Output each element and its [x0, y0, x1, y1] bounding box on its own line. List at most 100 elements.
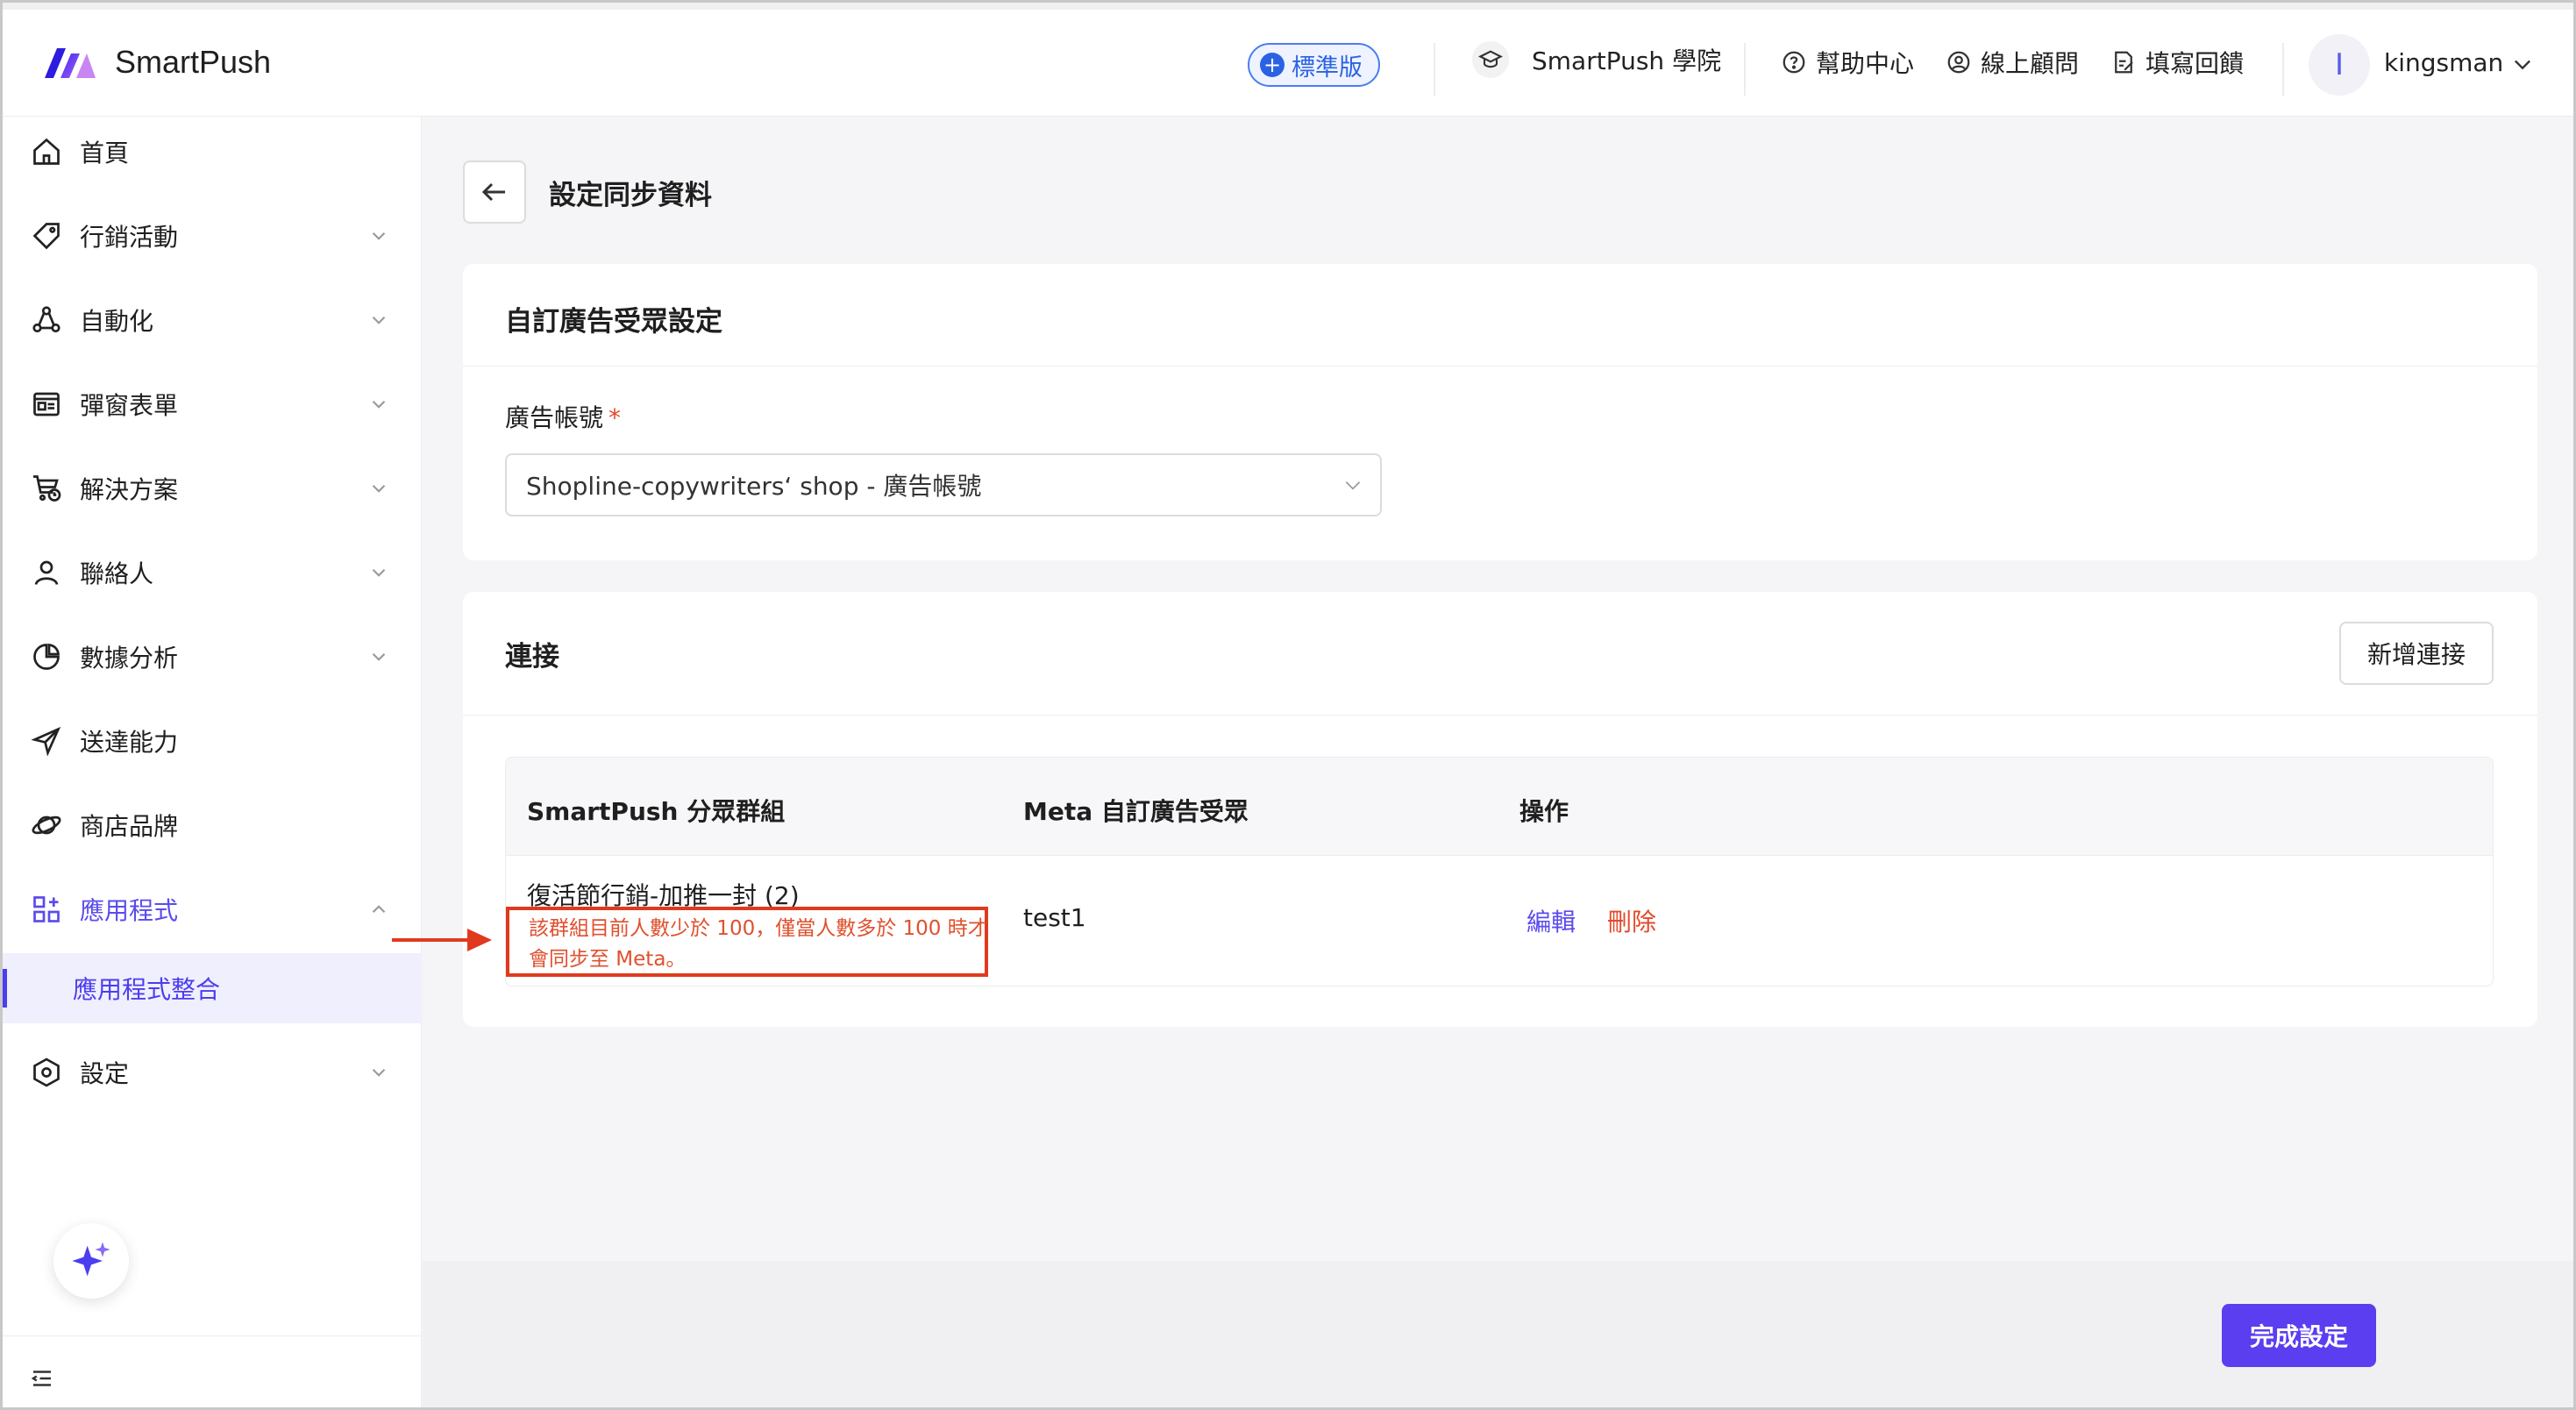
form-window-icon	[33, 392, 60, 417]
user-circle-icon	[1947, 51, 1970, 74]
sidebar-item-automation[interactable]: 自動化	[3, 285, 422, 355]
chevron-down-icon[interactable]	[2510, 52, 2535, 76]
chevron-down-icon	[372, 1068, 386, 1077]
online-consultant-link[interactable]: 線上顧問	[1946, 45, 2079, 80]
table-header: SmartPush 分眾群組 Meta 自訂廣告受眾 操作	[506, 758, 2493, 856]
sidebar-footer-divider	[3, 1335, 422, 1336]
academy-label: SmartPush 學院	[1532, 46, 1722, 75]
chevron-down-icon	[372, 231, 386, 240]
card-divider	[463, 715, 2537, 716]
sidebar-item-label: 解決方案	[80, 475, 179, 504]
delete-link[interactable]: 刪除	[1607, 903, 1656, 938]
sidebar-item-label: 行銷活動	[80, 223, 179, 252]
sidebar-item-label: 數據分析	[80, 644, 179, 673]
active-indicator	[3, 969, 7, 1008]
chevron-down-icon	[372, 652, 386, 661]
sidebar-item-label: 應用程式	[80, 896, 179, 925]
collapse-menu-icon[interactable]	[29, 1365, 55, 1392]
sidebar-item-deliverability[interactable]: 送達能力	[3, 706, 422, 776]
sidebar-item-label: 彈窗表單	[80, 391, 179, 420]
sidebar-item-popup-forms[interactable]: 彈窗表單	[3, 369, 422, 439]
add-connection-button[interactable]: 新增連接	[2339, 622, 2494, 685]
sidebar-item-store-brand[interactable]: 商店品牌	[3, 790, 422, 860]
chevron-up-icon	[372, 905, 386, 914]
header-divider	[2282, 43, 2284, 96]
sidebar-item-home[interactable]: 首頁	[3, 117, 422, 187]
edit-link[interactable]: 編輯	[1526, 903, 1576, 938]
sidebar-item-solutions[interactable]: 解決方案	[3, 453, 422, 523]
pie-chart-icon	[33, 644, 60, 670]
audience-settings-card: 自訂廣告受眾設定 廣告帳號 * Shopline-copywriters‘ sho…	[463, 264, 2537, 560]
sidebar-subitem-label: 應用程式整合	[73, 975, 221, 1004]
complete-setup-button[interactable]: 完成設定	[2222, 1304, 2376, 1367]
ad-account-select[interactable]: Shopline-copywriters‘ shop - 廣告帳號	[505, 453, 1382, 516]
sidebar-item-marketing[interactable]: 行銷活動	[3, 201, 422, 271]
annotation-arrow-icon	[392, 929, 492, 951]
plan-badge[interactable]: + 標準版	[1248, 43, 1380, 87]
window-top-strip	[3, 3, 2573, 10]
sidebar-item-label: 設定	[80, 1059, 130, 1088]
card-divider	[463, 366, 2537, 367]
feedback-label: 填寫回饋	[2145, 49, 2245, 78]
column-header-segment: SmartPush 分眾群組	[527, 797, 786, 826]
chevron-down-icon	[1345, 481, 1361, 490]
feedback-link[interactable]: 填寫回饋	[2110, 45, 2244, 80]
top-header: SmartPush + 標準版 SmartPush 學院 幫助中心 線上顧問 填…	[3, 3, 2573, 117]
plus-circle-icon: +	[1260, 53, 1284, 77]
sidebar-item-contacts[interactable]: 聯絡人	[3, 538, 422, 608]
edit-note-icon	[2115, 51, 2133, 74]
send-icon	[31, 726, 61, 757]
sparkle-icon	[72, 1242, 110, 1277]
sidebar-item-analytics[interactable]: 數據分析	[3, 622, 422, 692]
ad-account-value: Shopline-copywriters‘ shop - 廣告帳號	[526, 472, 982, 501]
app-name: SmartPush	[115, 44, 272, 80]
app-window: SmartPush + 標準版 SmartPush 學院 幫助中心 線上顧問 填…	[0, 0, 2576, 1410]
ad-account-label: 廣告帳號 *	[505, 399, 621, 434]
chevron-down-icon	[372, 316, 386, 324]
back-button[interactable]	[463, 160, 526, 224]
column-header-actions: 操作	[1519, 797, 1569, 826]
chevron-down-icon	[372, 484, 386, 493]
connection-table: SmartPush 分眾群組 Meta 自訂廣告受眾 操作 復活節行銷-加推一封…	[505, 757, 2494, 986]
meta-audience-name: test1	[1023, 903, 1086, 932]
academy-link[interactable]: SmartPush 學院	[1472, 41, 1721, 78]
sidebar: 首頁 行銷活動 自動化 彈窗表單 解決方案 聯絡人 數據分析 送達能力 商店品牌…	[3, 117, 422, 1407]
card-title: 自訂廣告受眾設定	[505, 306, 722, 338]
ai-assistant-button[interactable]	[53, 1223, 129, 1299]
card-title: 連接	[505, 641, 559, 673]
header-divider	[1434, 43, 1435, 96]
app-logo[interactable]: SmartPush	[41, 43, 271, 82]
automation-icon	[32, 306, 60, 333]
cart-clock-icon	[33, 475, 61, 502]
apps-grid-icon	[33, 896, 60, 922]
sidebar-item-label: 商店品牌	[80, 812, 179, 841]
chevron-down-icon	[372, 400, 386, 409]
home-icon	[33, 138, 60, 165]
segment-size-warning: 該群組目前人數少於 100，僅當人數多於 100 時才會同步至 Meta。	[529, 917, 988, 971]
page-title: 設定同步資料	[549, 180, 712, 211]
column-header-meta-audience: Meta 自訂廣告受眾	[1023, 797, 1249, 826]
smartpush-logo-icon	[45, 48, 96, 78]
tag-icon	[32, 223, 60, 250]
required-mark: *	[608, 403, 622, 432]
arrow-left-icon	[481, 182, 505, 202]
graduation-cap-icon	[1472, 41, 1509, 78]
planet-icon	[32, 815, 61, 835]
connection-card: 連接 新增連接 SmartPush 分眾群組 Meta 自訂廣告受眾 操作 復活…	[463, 592, 2537, 1027]
online-consultant-label: 線上顧問	[1981, 49, 2080, 78]
question-circle-icon	[1783, 51, 1805, 74]
avatar[interactable]: I	[2309, 34, 2370, 96]
header-divider	[1744, 43, 1746, 96]
chevron-down-icon	[372, 568, 386, 577]
sidebar-item-label: 首頁	[80, 139, 130, 167]
sidebar-item-apps[interactable]: 應用程式	[3, 874, 422, 944]
warning-highlight-box: 該群組目前人數少於 100，僅當人數多於 100 時才會同步至 Meta。	[506, 907, 988, 977]
sidebar-item-label: 聯絡人	[80, 559, 154, 588]
sidebar-item-settings[interactable]: 設定	[3, 1037, 422, 1107]
plan-badge-label: 標準版	[1292, 53, 1363, 82]
person-icon	[34, 560, 59, 586]
help-center-link[interactable]: 幫助中心	[1781, 45, 1914, 80]
main-content: 設定同步資料 自訂廣告受眾設定 廣告帳號 * Shopline-copywrite…	[423, 117, 2573, 1407]
sidebar-subitem-app-integration[interactable]: 應用程式整合	[3, 953, 422, 1023]
username[interactable]: kingsman	[2384, 48, 2503, 77]
